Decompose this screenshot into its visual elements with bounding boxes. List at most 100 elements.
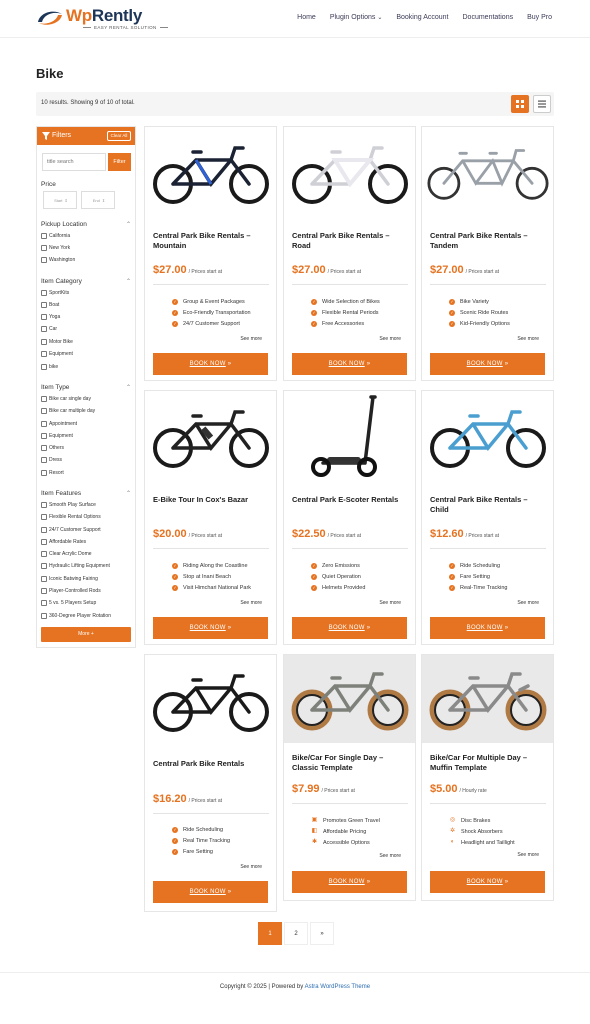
- checkbox[interactable]: [41, 551, 47, 557]
- item-features-header[interactable]: Item Features ⌃: [41, 490, 133, 497]
- feature-option[interactable]: 24/7 Customer Support: [41, 527, 101, 533]
- book-now-button[interactable]: BOOK NOW »: [430, 617, 545, 639]
- feature-option[interactable]: 360-Degree Player Rotation: [41, 613, 111, 619]
- grid-view-button[interactable]: [511, 95, 529, 113]
- checkbox[interactable]: [41, 245, 47, 251]
- type-option[interactable]: Equipment: [41, 433, 73, 439]
- product-card[interactable]: Central Park Bike Rentals – Mountain $27…: [144, 126, 277, 381]
- product-image[interactable]: [284, 127, 415, 219]
- pickup-option[interactable]: California: [41, 233, 70, 239]
- checkbox[interactable]: [41, 314, 47, 320]
- book-now-button[interactable]: BOOK NOW »: [430, 871, 545, 893]
- pickup-option[interactable]: New York: [41, 245, 70, 251]
- page-2-button[interactable]: 2: [284, 922, 308, 945]
- checkbox[interactable]: [41, 514, 47, 520]
- book-now-button[interactable]: BOOK NOW »: [292, 871, 407, 893]
- product-title[interactable]: Central Park Bike Rentals: [153, 759, 271, 769]
- product-title[interactable]: E-Bike Tour In Cox's Bazar: [153, 495, 271, 505]
- checkbox[interactable]: [41, 588, 47, 594]
- next-page-button[interactable]: »: [310, 922, 334, 945]
- product-card[interactable]: Central Park Bike Rentals – Road $27.00/…: [283, 126, 416, 381]
- feature-option[interactable]: Affordable Rates: [41, 539, 86, 545]
- feature-option[interactable]: Clear Acrylic Dome: [41, 551, 92, 557]
- book-now-button[interactable]: BOOK NOW »: [153, 881, 268, 903]
- type-option[interactable]: Resort: [41, 470, 64, 476]
- category-option[interactable]: Boat: [41, 302, 59, 308]
- nav-plugin-options[interactable]: Plugin Options ⌄: [330, 14, 383, 21]
- category-option[interactable]: SportKits: [41, 290, 69, 296]
- book-now-button[interactable]: BOOK NOW »: [430, 353, 545, 375]
- product-card[interactable]: Central Park Bike Rentals $16.20/ Prices…: [144, 654, 277, 912]
- see-more-link[interactable]: See more: [379, 336, 401, 342]
- product-image[interactable]: [422, 127, 553, 219]
- category-option[interactable]: Equipment: [41, 351, 73, 357]
- checkbox[interactable]: [41, 613, 47, 619]
- product-image[interactable]: [145, 655, 276, 747]
- feature-option[interactable]: Hydraulic Lifting Equipment: [41, 563, 110, 569]
- product-card[interactable]: Central Park Bike Rentals – Tandem $27.0…: [421, 126, 554, 381]
- feature-option[interactable]: Smooth Play Surface: [41, 502, 96, 508]
- checkbox[interactable]: [41, 502, 47, 508]
- price-section-label[interactable]: Price: [41, 181, 133, 188]
- checkbox[interactable]: [41, 233, 47, 239]
- checkbox[interactable]: [41, 600, 47, 606]
- checkbox[interactable]: [41, 470, 47, 476]
- checkbox[interactable]: [41, 527, 47, 533]
- more-features-button[interactable]: More +: [41, 627, 131, 642]
- price-start-input[interactable]: Start ⇕: [43, 191, 77, 209]
- filter-button[interactable]: Filter: [108, 153, 131, 171]
- item-type-header[interactable]: Item Type ⌃: [41, 384, 133, 391]
- product-image[interactable]: [284, 391, 415, 483]
- type-option[interactable]: Dress: [41, 457, 62, 463]
- feature-option[interactable]: Iconic Batwing Fairing: [41, 576, 98, 582]
- product-image[interactable]: [422, 655, 553, 743]
- checkbox[interactable]: [41, 339, 47, 345]
- product-title[interactable]: Bike/Car For Multiple Day – Muffin Templ…: [430, 753, 548, 773]
- see-more-link[interactable]: See more: [240, 336, 262, 342]
- product-image[interactable]: [284, 655, 415, 743]
- feature-option[interactable]: Player-Controlled Rods: [41, 588, 101, 594]
- nav-home[interactable]: Home: [297, 14, 316, 21]
- checkbox[interactable]: [41, 421, 47, 427]
- see-more-link[interactable]: See more: [379, 600, 401, 606]
- see-more-link[interactable]: See more: [379, 853, 401, 859]
- product-image[interactable]: [422, 391, 553, 483]
- product-card[interactable]: Bike/Car For Single Day – Classic Templa…: [283, 654, 416, 901]
- product-title[interactable]: Central Park Bike Rentals – Child: [430, 495, 548, 515]
- book-now-button[interactable]: BOOK NOW »: [153, 353, 268, 375]
- book-now-button[interactable]: BOOK NOW »: [292, 617, 407, 639]
- category-option[interactable]: bike: [41, 364, 58, 370]
- feature-option[interactable]: Flexible Rental Options: [41, 514, 101, 520]
- checkbox[interactable]: [41, 326, 47, 332]
- checkbox[interactable]: [41, 364, 47, 370]
- category-option[interactable]: Motor Bike: [41, 339, 73, 345]
- product-image[interactable]: [145, 127, 276, 219]
- astra-theme-link[interactable]: Astra WordPress Theme: [305, 984, 370, 990]
- product-image[interactable]: [145, 391, 276, 483]
- clear-all-button[interactable]: Clear All: [107, 131, 131, 141]
- book-now-button[interactable]: BOOK NOW »: [153, 617, 268, 639]
- checkbox[interactable]: [41, 290, 47, 296]
- see-more-link[interactable]: See more: [240, 864, 262, 870]
- list-view-button[interactable]: [533, 95, 551, 113]
- product-card[interactable]: Central Park Bike Rentals – Child $12.60…: [421, 390, 554, 645]
- item-category-header[interactable]: Item Category ⌃: [41, 278, 133, 285]
- type-option[interactable]: Bike car multiple day: [41, 408, 95, 414]
- checkbox[interactable]: [41, 408, 47, 414]
- nav-booking-account[interactable]: Booking Account: [396, 14, 448, 21]
- type-option[interactable]: Bike car single day: [41, 396, 91, 402]
- checkbox[interactable]: [41, 576, 47, 582]
- feature-option[interactable]: 5 vs. 5 Players Setup: [41, 600, 96, 606]
- see-more-link[interactable]: See more: [240, 600, 262, 606]
- checkbox[interactable]: [41, 445, 47, 451]
- pickup-option[interactable]: Washington: [41, 257, 75, 263]
- product-title[interactable]: Central Park Bike Rentals – Road: [292, 231, 410, 251]
- site-logo[interactable]: WpRently EASY RENTAL SOLUTION: [36, 6, 156, 32]
- checkbox[interactable]: [41, 351, 47, 357]
- checkbox[interactable]: [41, 302, 47, 308]
- checkbox[interactable]: [41, 457, 47, 463]
- checkbox[interactable]: [41, 539, 47, 545]
- see-more-link[interactable]: See more: [517, 852, 539, 858]
- checkbox[interactable]: [41, 257, 47, 263]
- product-card[interactable]: E-Bike Tour In Cox's Bazar $20.00/ Price…: [144, 390, 277, 645]
